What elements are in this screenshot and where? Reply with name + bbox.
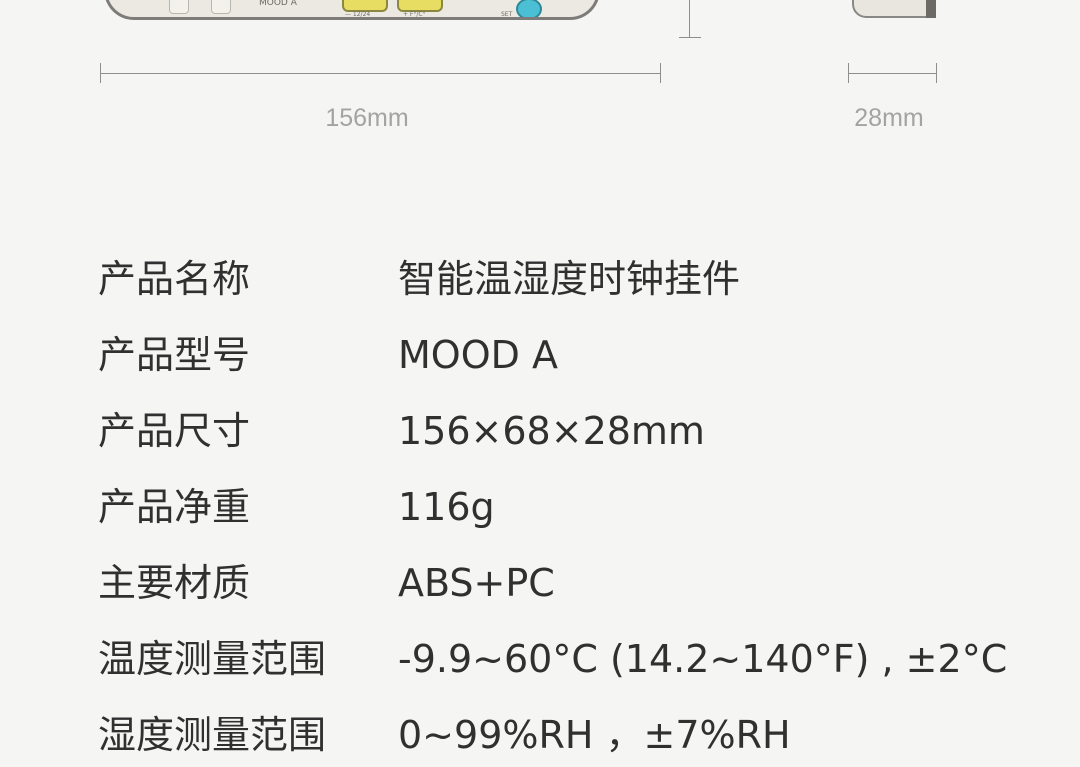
- spec-row-material: 主要材质 ABS+PC: [98, 558, 998, 608]
- spec-label: 湿度测量范围: [98, 713, 327, 757]
- spec-label: 产品净重: [98, 485, 251, 529]
- spec-value: 156×68×28mm: [398, 409, 705, 453]
- device-set-button: [516, 0, 542, 17]
- depth-dimension-line: [848, 73, 937, 74]
- spec-label: 温度测量范围: [98, 637, 327, 681]
- spec-row-humidity-range: 湿度测量范围 0~99%RH ，±7%RH: [98, 710, 998, 760]
- device-side-illustration: [852, 0, 936, 18]
- spec-row-temperature-range: 温度测量范围 -9.9~60°C (14.2~140°F) , ±2°C: [98, 634, 1007, 684]
- spec-row-product-name: 产品名称 智能温湿度时钟挂件: [98, 254, 998, 304]
- device-label-set: SET: [501, 11, 513, 18]
- spec-value: 0~99%RH ，±7%RH: [398, 713, 791, 757]
- spec-row-size: 产品尺寸 156×68×28mm: [98, 406, 998, 456]
- spec-value: MOOD A: [398, 333, 558, 377]
- device-front-illustration: MOOD A — 12/24 + F°/C° SET: [104, 0, 600, 20]
- device-label-12-24: — 12/24: [345, 11, 371, 18]
- spec-label: 产品名称: [98, 257, 251, 301]
- height-dimension-line: [689, 0, 690, 38]
- device-label-f-c: + F°/C°: [403, 11, 426, 18]
- width-dimension-line: [100, 73, 661, 74]
- spec-value: ABS+PC: [398, 561, 555, 605]
- depth-dimension-label: 28mm: [854, 104, 924, 132]
- width-dimension-label: 156mm: [325, 104, 409, 132]
- spec-value: 116g: [398, 485, 495, 529]
- height-dimension-cap: [679, 37, 701, 38]
- spec-row-model: 产品型号 MOOD A: [98, 330, 998, 380]
- spec-row-weight: 产品净重 116g: [98, 482, 998, 532]
- device-brand-text: MOOD A: [259, 0, 297, 8]
- device-knob-left: [169, 0, 189, 14]
- device-knob-right: [211, 0, 231, 14]
- width-dimension-tick-right: [660, 63, 661, 83]
- spec-label: 产品型号: [98, 333, 251, 377]
- depth-dimension-tick-right: [936, 63, 937, 83]
- spec-value: -9.9~60°C (14.2~140°F) , ±2°C: [398, 637, 1008, 681]
- spec-label: 主要材质: [98, 561, 251, 605]
- spec-label: 产品尺寸: [98, 409, 251, 453]
- spec-value: 智能温湿度时钟挂件: [398, 257, 741, 301]
